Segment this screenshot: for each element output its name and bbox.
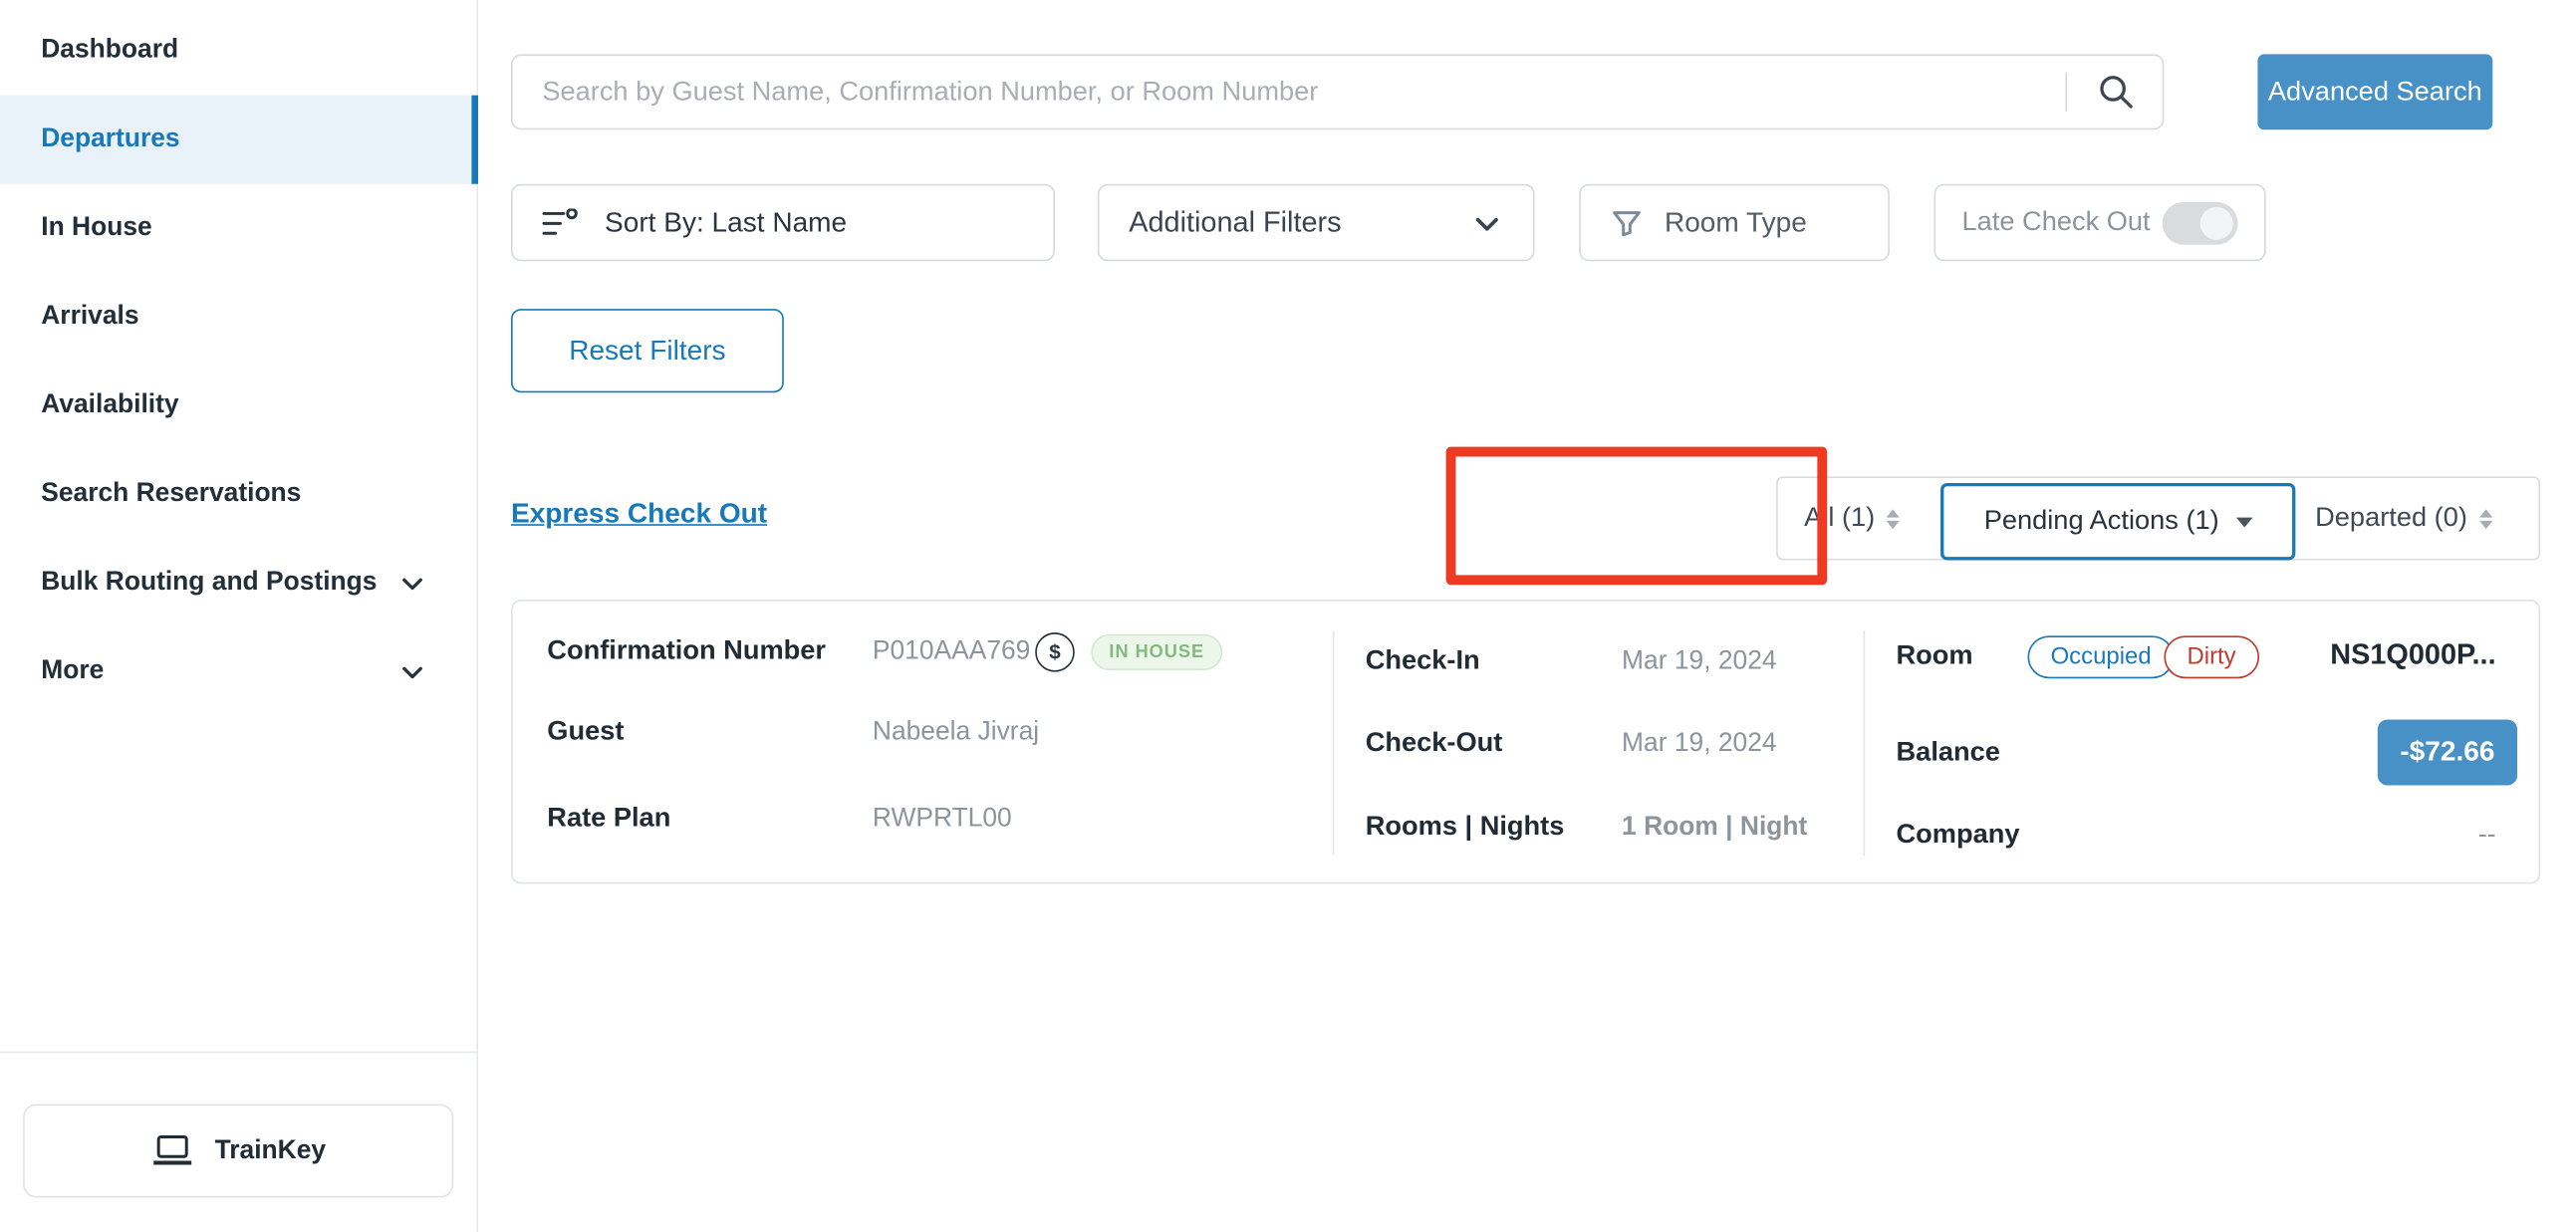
- room-status-occupied-badge: Occupied: [2027, 635, 2174, 678]
- card-divider: [1864, 630, 1866, 856]
- sidebar-item-bulk-routing-and-postings[interactable]: Bulk Routing and Postings: [0, 539, 476, 627]
- sort-arrows-icon: [1887, 509, 1900, 529]
- sidebar: Dashboard Departures In House Arrivals A…: [0, 0, 478, 1232]
- rate-plan-label: Rate Plan: [547, 804, 670, 835]
- company-value: --: [2478, 822, 2496, 852]
- tab-departed-label: Departed (0): [2315, 503, 2467, 534]
- sidebar-item-arrivals[interactable]: Arrivals: [0, 273, 476, 362]
- sidebar-item-availability[interactable]: Availability: [0, 362, 476, 450]
- additional-filters-dropdown[interactable]: Additional Filters: [1098, 184, 1535, 262]
- sort-arrows-icon: [2479, 509, 2492, 529]
- trainkey-button[interactable]: TrainKey: [23, 1104, 453, 1197]
- room-status-dirty-badge: Dirty: [2164, 635, 2258, 678]
- sidebar-item-label: Bulk Routing and Postings: [41, 569, 377, 599]
- sidebar-item-label: Departures: [41, 124, 179, 154]
- search-icon[interactable]: [2095, 71, 2136, 112]
- dollar-circle-icon[interactable]: $: [1035, 632, 1075, 672]
- card-divider: [1333, 630, 1335, 856]
- departures-tabs: All (1) Pending Actions (1) Departed (0): [1776, 476, 2540, 560]
- rate-plan-value: RWPRTL00: [873, 805, 1012, 835]
- tab-pending-actions[interactable]: Pending Actions (1): [1940, 483, 2295, 561]
- tab-all-label: All (1): [1804, 503, 1875, 534]
- additional-filters-label: Additional Filters: [1129, 205, 1341, 240]
- company-label: Company: [1897, 820, 2020, 851]
- check-out-label: Check-Out: [1366, 728, 1503, 759]
- sort-icon: [542, 208, 580, 238]
- balance-value[interactable]: -$72.66: [2378, 719, 2517, 785]
- in-house-status-badge: IN HOUSE: [1091, 634, 1222, 670]
- sidebar-item-label: More: [41, 657, 104, 687]
- advanced-search-button[interactable]: Advanced Search: [2257, 54, 2492, 129]
- check-in-label: Check-In: [1366, 645, 1480, 676]
- toggle-knob: [2200, 206, 2233, 239]
- trainkey-label: TrainKey: [215, 1136, 326, 1166]
- express-check-out-link[interactable]: Express Check Out: [511, 498, 767, 531]
- late-check-out-label: Late Check Out: [1962, 207, 2151, 238]
- sort-by-label: Sort By: Last Name: [605, 206, 847, 239]
- tab-all[interactable]: All (1): [1804, 478, 1900, 559]
- sidebar-item-departures[interactable]: Departures: [0, 96, 476, 184]
- sidebar-item-search-reservations[interactable]: Search Reservations: [0, 450, 476, 539]
- sidebar-item-label: Search Reservations: [41, 480, 301, 510]
- sidebar-item-in-house[interactable]: In House: [0, 184, 476, 273]
- tab-pending-actions-label: Pending Actions (1): [1984, 506, 2219, 537]
- room-type-label: Room Type: [1665, 206, 1807, 239]
- late-check-out-filter: Late Check Out: [1933, 184, 2265, 262]
- caret-down-icon: [2235, 517, 2251, 527]
- sidebar-item-dashboard[interactable]: Dashboard: [0, 7, 476, 96]
- chevron-down-icon: [397, 657, 427, 687]
- tab-departed[interactable]: Departed (0): [2315, 478, 2492, 559]
- search-divider: [2065, 73, 2067, 113]
- room-label: Room: [1897, 640, 1973, 671]
- main-content: Advanced Search Sort By: Last Name Addit…: [478, 0, 2576, 1232]
- reset-filters-button[interactable]: Reset Filters: [511, 309, 784, 392]
- room-number-value: NS1Q000P...: [2330, 637, 2495, 672]
- chevron-down-icon: [397, 569, 427, 599]
- confirmation-number-label: Confirmation Number: [547, 635, 826, 666]
- laptop-icon: [150, 1133, 193, 1168]
- search-input[interactable]: [511, 54, 2164, 129]
- confirmation-number-value: P010AAA769: [873, 637, 1030, 667]
- rooms-nights-value: 1 Room | Night: [1622, 814, 1807, 844]
- sidebar-item-label: In House: [41, 213, 151, 243]
- late-check-out-toggle[interactable]: [2163, 201, 2238, 244]
- chevron-down-icon: [1470, 206, 1503, 239]
- balance-label: Balance: [1897, 738, 2000, 769]
- guest-value: Nabeela Jivraj: [873, 718, 1039, 748]
- highlight-annotation: [1446, 447, 1828, 586]
- room-type-button[interactable]: Room Type: [1579, 184, 1890, 262]
- sidebar-item-more[interactable]: More: [0, 627, 476, 716]
- reservation-card[interactable]: Confirmation Number P010AAA769 $ IN HOUS…: [511, 600, 2540, 883]
- app-window: Dashboard Departures In House Arrivals A…: [0, 0, 2576, 1232]
- guest-label: Guest: [547, 716, 624, 747]
- rooms-nights-label: Rooms | Nights: [1366, 812, 1565, 843]
- sidebar-item-label: Availability: [41, 391, 178, 421]
- sidebar-item-label: Dashboard: [41, 36, 178, 66]
- check-in-value: Mar 19, 2024: [1622, 647, 1777, 677]
- funnel-icon: [1611, 206, 1644, 239]
- dollar-symbol: $: [1049, 640, 1060, 663]
- sidebar-item-label: Arrivals: [41, 303, 138, 333]
- check-out-value: Mar 19, 2024: [1622, 729, 1777, 759]
- sort-by-button[interactable]: Sort By: Last Name: [511, 184, 1055, 262]
- sidebar-divider: [0, 1052, 476, 1054]
